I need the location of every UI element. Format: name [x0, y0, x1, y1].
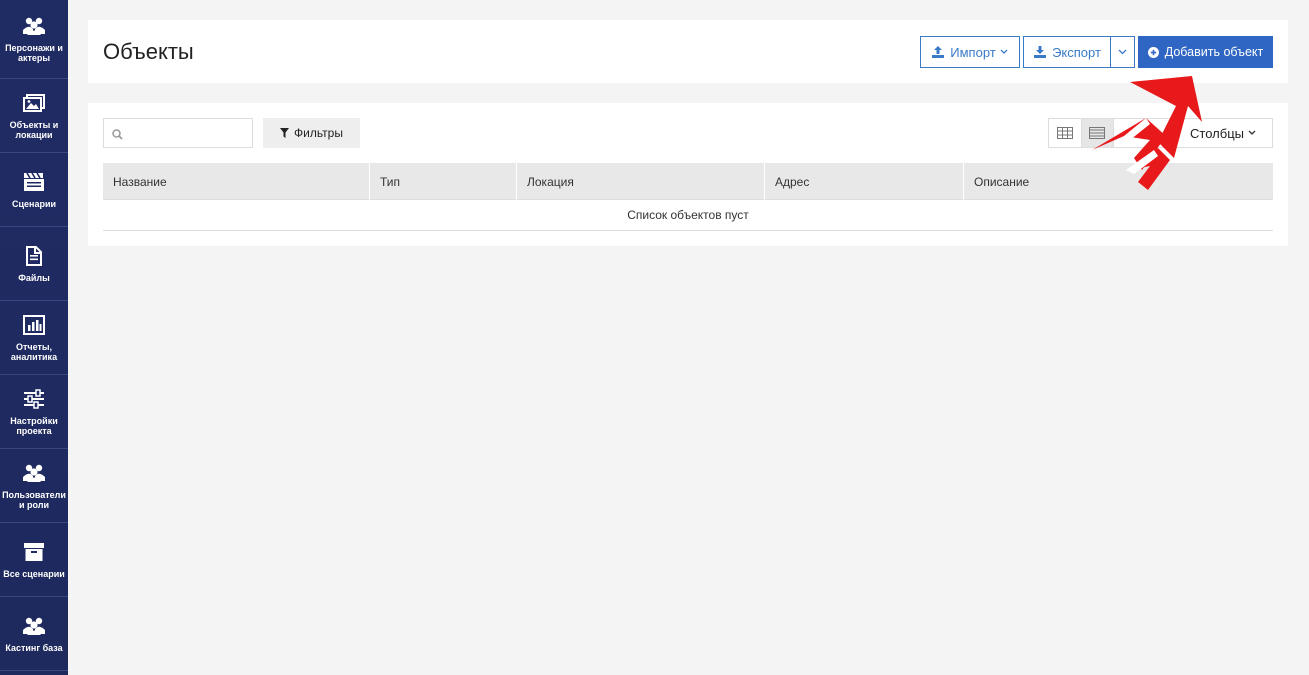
column-header-name[interactable]: Название: [103, 163, 370, 200]
columns-button[interactable]: Столбцы: [1114, 118, 1273, 148]
sidebar-item-scripts[interactable]: Сценарии: [0, 153, 68, 227]
sidebar: Персонажи и актеры Объекты и локации Сце…: [0, 0, 68, 675]
objects-table: Название Тип Локация Адрес Описание Спис…: [103, 163, 1273, 231]
export-button[interactable]: Экспорт: [1023, 36, 1111, 68]
sidebar-item-label: Персонажи и актеры: [5, 43, 63, 63]
file-icon: [23, 245, 45, 267]
column-header-description[interactable]: Описание: [964, 163, 1273, 200]
sidebar-item-objects[interactable]: Объекты и локации: [0, 79, 68, 153]
sidebar-item-reports[interactable]: Отчеты, аналитика: [0, 301, 68, 375]
sidebar-item-label: Кастинг база: [5, 642, 63, 653]
sidebar-item-label: Настройки проекта: [10, 415, 58, 436]
chevron-down-icon: [1000, 49, 1008, 55]
sidebar-item-files[interactable]: Файлы: [0, 227, 68, 301]
page-header: Объекты Импорт Экспорт Добавить объект: [88, 20, 1288, 83]
sidebar-item-users-roles[interactable]: Пользователи и роли: [0, 449, 68, 523]
users-icon: [23, 15, 45, 37]
sliders-icon: [23, 388, 45, 410]
empty-state-message: Список объектов пуст: [103, 200, 1273, 231]
chevron-down-icon: [1118, 49, 1127, 55]
view-toggle: [1048, 118, 1114, 148]
table-grid-icon: [1056, 127, 1073, 139]
sidebar-item-label: Все сценарии: [3, 568, 65, 579]
images-icon: [23, 92, 45, 114]
search-input[interactable]: [128, 121, 248, 145]
filters-label: Фильтры: [294, 126, 343, 140]
sidebar-item-label: Сценарии: [11, 198, 57, 209]
column-header-type[interactable]: Тип: [370, 163, 517, 200]
bar-chart-icon: [23, 314, 45, 336]
download-icon: [1034, 46, 1047, 58]
add-object-label: Добавить объект: [1164, 45, 1264, 59]
sidebar-item-characters[interactable]: Персонажи и актеры: [0, 0, 68, 79]
list-view-button[interactable]: [1080, 119, 1113, 147]
chevron-down-icon: [1248, 130, 1256, 136]
filter-icon: [280, 128, 290, 138]
archive-icon: [23, 541, 45, 563]
sidebar-item-project-settings[interactable]: Настройки проекта: [0, 375, 68, 449]
add-object-button[interactable]: Добавить объект: [1138, 36, 1273, 68]
sidebar-item-label: Пользователи и роли: [2, 489, 66, 510]
users-icon: [23, 615, 45, 637]
upload-icon: [932, 46, 945, 58]
list-icon: [1089, 127, 1106, 139]
sidebar-item-label: Отчеты, аналитика: [10, 341, 58, 362]
search-icon: [112, 127, 123, 145]
import-button[interactable]: Импорт: [920, 36, 1020, 68]
columns-label: Столбцы: [1190, 125, 1244, 141]
table-header: Название Тип Локация Адрес Описание: [103, 163, 1273, 200]
objects-panel: Фильтры Столбцы Название Тип Локация Адр…: [88, 103, 1288, 246]
users-icon: [23, 462, 45, 484]
column-header-location[interactable]: Локация: [517, 163, 765, 200]
plus-circle-icon: [1147, 46, 1159, 58]
column-header-address[interactable]: Адрес: [765, 163, 964, 200]
filters-button[interactable]: Фильтры: [263, 118, 360, 148]
export-label: Экспорт: [1052, 44, 1101, 60]
search-box: [103, 118, 253, 148]
sidebar-item-all-scripts[interactable]: Все сценарии: [0, 523, 68, 597]
import-label: Импорт: [950, 44, 996, 60]
sidebar-item-casting[interactable]: Кастинг база: [0, 597, 68, 671]
clapperboard-icon: [23, 171, 45, 193]
page-title: Объекты: [103, 39, 194, 64]
sidebar-item-label: Файлы: [18, 272, 50, 283]
export-dropdown-button[interactable]: [1110, 36, 1135, 68]
sidebar-item-label: Объекты и локации: [9, 119, 59, 140]
grid-view-button[interactable]: [1049, 119, 1081, 147]
